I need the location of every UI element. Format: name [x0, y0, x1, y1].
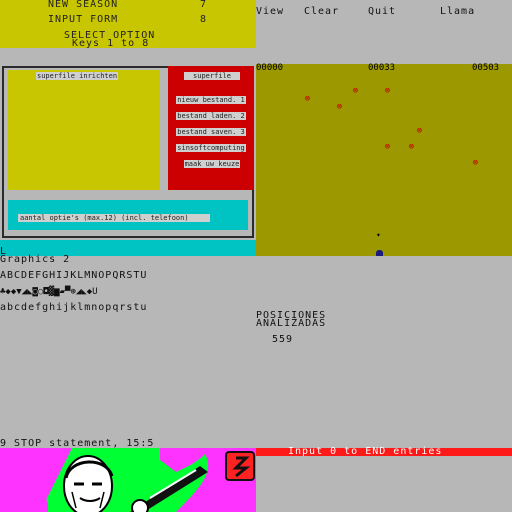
score-right: 00503: [472, 63, 500, 73]
menu-item-input-form[interactable]: INPUT FORM: [48, 15, 118, 25]
view-command[interactable]: View: [256, 7, 284, 17]
quit-command[interactable]: Quit: [368, 7, 396, 17]
choice-prompt: maak uw keuze: [184, 160, 240, 168]
target-marker: ⊗: [408, 142, 415, 152]
uppercase-charset: ABCDEFGHIJKLMNOPQRSTU: [0, 270, 148, 281]
input-prompt-bar: Input 0 to END entries: [256, 446, 512, 457]
target-marker: ⊗: [416, 126, 423, 136]
option-save-file[interactable]: bestand saven. 3: [176, 128, 246, 136]
ship-icon: ✦: [376, 230, 381, 239]
keys-hint: Keys 1 to 8: [72, 38, 150, 49]
target-marker: ⊗: [304, 94, 311, 104]
command-bar: View Clear Quit Llama: [256, 0, 512, 24]
menu-item-new-season[interactable]: NEW SEASON: [48, 0, 118, 10]
clear-command[interactable]: Clear: [304, 7, 339, 17]
target-marker: ⊗: [352, 86, 359, 96]
option-load-file[interactable]: bestand laden. 2: [176, 112, 246, 120]
portrait-artwork: [0, 448, 256, 512]
superfile-header: superfile: [184, 72, 240, 80]
target-marker: ⊗: [384, 86, 391, 96]
option-new-file[interactable]: nieuw bestand. 1: [176, 96, 246, 104]
target-marker: ⊗: [336, 102, 343, 112]
portrait-image: [0, 448, 256, 512]
sinsoft-label: sinsoftcomputing: [176, 144, 246, 152]
lowercase-charset: abcdefghijklmnopqrstu: [0, 302, 148, 313]
graphics-charset: ♣◆◆▼◢◣◙○◘▓▆▰▀⊛◢◣◆U: [0, 287, 98, 297]
superfile-status-panel: aantal optie's (max.12) (incl. telefoon): [8, 200, 248, 230]
llama-command[interactable]: Llama: [440, 7, 475, 17]
positions-count: 559: [272, 334, 294, 345]
superfile-panel: superfile inrichten: [8, 70, 160, 190]
score-left: 00000: [256, 63, 284, 73]
superfile-status: aantal optie's (max.12) (incl. telefoon): [18, 214, 210, 222]
superfile-menu: superfile nieuw bestand. 1 bestand laden…: [168, 66, 254, 190]
game-field: 00000 00033 00503 ⊗ ⊗ ⊗ ⊗ ⊗ ⊗ ⊗ ⊗ ✦: [256, 64, 512, 256]
menu-key-7: 7: [200, 0, 208, 10]
player-base-icon: [376, 250, 383, 256]
graphics-mode-label: Graphics 2: [0, 254, 71, 265]
target-marker: ⊗: [384, 142, 391, 152]
score-middle: 00033: [368, 63, 396, 73]
positions-label-2: ANALIZADAS: [256, 318, 327, 329]
main-menu: NEW SEASON 7 INPUT FORM 8 SELECT OPTION …: [0, 0, 256, 49]
target-marker: ⊗: [472, 158, 479, 168]
input-prompt: Input 0 to END entries: [288, 446, 443, 457]
menu-key-8: 8: [200, 14, 208, 25]
superfile-panel-title: superfile inrichten: [36, 72, 119, 80]
